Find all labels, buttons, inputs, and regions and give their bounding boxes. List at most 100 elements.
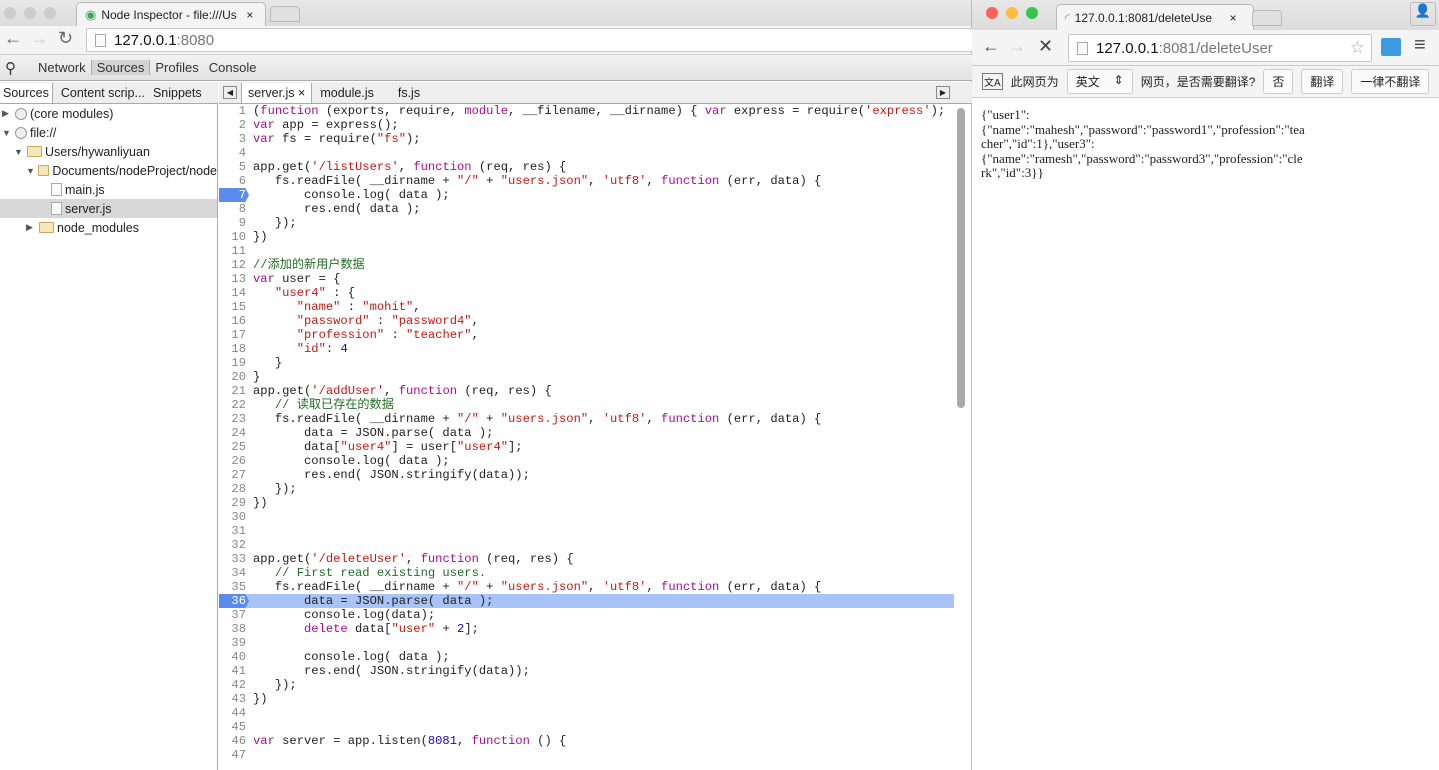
line-number[interactable]: 20	[219, 370, 249, 384]
line-number[interactable]: 43	[219, 692, 249, 706]
language-select[interactable]: 英文	[1076, 73, 1100, 90]
profile-icon[interactable]: 👤	[1410, 2, 1436, 26]
window-zoom-button[interactable]	[1026, 7, 1038, 19]
line-number[interactable]: 31	[219, 524, 249, 538]
line-number[interactable]: 39	[219, 636, 249, 650]
close-tab-icon[interactable]: ×	[246, 8, 253, 22]
no-button[interactable]: 否	[1263, 69, 1294, 94]
forward-icon[interactable]: →	[1008, 36, 1026, 57]
expand-arrow-icon[interactable]: ▶	[2, 108, 12, 119]
editor-scrollbar[interactable]	[957, 108, 965, 408]
extension-icon[interactable]	[1381, 38, 1401, 56]
toggle-debugger-icon[interactable]: ▶	[936, 86, 950, 99]
line-number[interactable]: 10	[219, 230, 249, 244]
line-number[interactable]: 36	[219, 594, 249, 608]
tree-item[interactable]: ▼ file://	[0, 123, 217, 142]
line-number[interactable]: 3	[219, 132, 249, 146]
line-number[interactable]: 18	[219, 342, 249, 356]
line-number[interactable]: 2	[219, 118, 249, 132]
window-minimize-button[interactable]	[1006, 7, 1018, 19]
reload-icon[interactable]: ↻	[58, 28, 73, 49]
browser-tab[interactable]: ◉ Node Inspector - file:///Us ×	[76, 2, 266, 26]
nav-tab-content-scripts[interactable]: Content scrip...	[61, 86, 145, 100]
code-editor[interactable]: 1 (function (exports, require, module, __…	[219, 104, 954, 770]
editor-tab-server-js[interactable]: server.js	[248, 86, 295, 100]
tab-console[interactable]: Console	[204, 60, 262, 75]
line-number[interactable]: 37	[219, 608, 249, 622]
line-number[interactable]: 46	[219, 734, 249, 748]
tree-item[interactable]: ▶ (core modules)	[0, 104, 217, 123]
bookmark-star-icon[interactable]: ☆	[1350, 38, 1365, 58]
nav-tab-snippets[interactable]: Snippets	[153, 86, 202, 100]
nav-tab-sources[interactable]: Sources	[0, 82, 53, 103]
line-number[interactable]: 40	[219, 650, 249, 664]
line-number[interactable]: 4	[219, 146, 249, 160]
address-bar[interactable]: 127.0.0.1:8080	[86, 28, 976, 52]
line-number[interactable]: 23	[219, 412, 249, 426]
line-number[interactable]: 25	[219, 440, 249, 454]
toggle-navigator-icon[interactable]: ◀	[223, 86, 237, 99]
line-number[interactable]: 8	[219, 202, 249, 216]
line-number[interactable]: 12	[219, 258, 249, 272]
line-number[interactable]: 47	[219, 748, 249, 762]
line-number[interactable]: 32	[219, 538, 249, 552]
collapse-arrow-icon[interactable]: ▼	[14, 147, 24, 157]
new-tab-button[interactable]	[1252, 10, 1282, 26]
new-tab-button[interactable]	[270, 6, 300, 22]
line-number[interactable]: 34	[219, 566, 249, 580]
line-number[interactable]: 28	[219, 482, 249, 496]
tab-sources[interactable]: Sources	[90, 60, 151, 75]
back-icon[interactable]: ←	[4, 28, 22, 49]
line-number[interactable]: 45	[219, 720, 249, 734]
translate-button[interactable]: 翻译	[1301, 69, 1344, 94]
expand-arrow-icon[interactable]: ▶	[26, 222, 36, 233]
line-number[interactable]: 17	[219, 328, 249, 342]
line-number[interactable]: 33	[219, 552, 249, 566]
line-number[interactable]: 19	[219, 356, 249, 370]
tree-item[interactable]: main.js	[0, 180, 217, 199]
tree-item[interactable]: ▼ Documents/nodeProject/node	[0, 161, 217, 180]
forward-icon[interactable]: →	[30, 28, 48, 49]
line-number[interactable]: 24	[219, 426, 249, 440]
collapse-arrow-icon[interactable]: ▼	[2, 128, 12, 138]
tree-item[interactable]: server.js	[0, 199, 217, 218]
line-number[interactable]: 26	[219, 454, 249, 468]
line-number[interactable]: 14	[219, 286, 249, 300]
line-number[interactable]: 22	[219, 398, 249, 412]
tab-profiles[interactable]: Profiles	[150, 60, 203, 75]
stop-icon[interactable]: ✕	[1038, 36, 1053, 57]
editor-tab-module-js[interactable]: module.js	[312, 86, 382, 100]
window-close-button[interactable]	[4, 7, 16, 19]
browser-tab[interactable]: ◜ 127.0.0.1:8081/deleteUse ×	[1056, 4, 1254, 30]
line-number[interactable]: 1	[219, 104, 249, 118]
editor-tab-fs-js[interactable]: fs.js	[382, 86, 436, 100]
line-number[interactable]: 41	[219, 664, 249, 678]
collapse-arrow-icon[interactable]: ▼	[26, 166, 35, 176]
never-translate-button[interactable]: 一律不翻译	[1351, 69, 1430, 94]
address-bar[interactable]: 127.0.0.1:8081/deleteUser ☆	[1068, 34, 1372, 62]
close-tab-icon[interactable]: ×	[298, 86, 305, 100]
line-number[interactable]: 38	[219, 622, 249, 636]
line-number[interactable]: 21	[219, 384, 249, 398]
close-tab-icon[interactable]: ×	[1230, 11, 1237, 25]
line-number[interactable]: 6	[219, 174, 249, 188]
line-number[interactable]: 42	[219, 678, 249, 692]
line-number[interactable]: 7	[219, 188, 249, 202]
line-number[interactable]: 5	[219, 160, 249, 174]
line-number[interactable]: 11	[219, 244, 249, 258]
line-number[interactable]: 16	[219, 314, 249, 328]
line-number[interactable]: 29	[219, 496, 249, 510]
tree-item[interactable]: ▼ Users/hywanliyuan	[0, 142, 217, 161]
line-number[interactable]: 15	[219, 300, 249, 314]
window-close-button[interactable]	[986, 7, 998, 19]
line-number[interactable]: 35	[219, 580, 249, 594]
line-number[interactable]: 27	[219, 468, 249, 482]
search-icon[interactable]: ⚲	[0, 59, 21, 77]
window-minimize-button[interactable]	[24, 7, 36, 19]
tab-network[interactable]: Network	[33, 60, 91, 75]
tree-item[interactable]: ▶ node_modules	[0, 218, 217, 237]
line-number[interactable]: 13	[219, 272, 249, 286]
back-icon[interactable]: ←	[982, 36, 1000, 57]
menu-icon[interactable]: ≡	[1414, 34, 1426, 57]
line-number[interactable]: 9	[219, 216, 249, 230]
